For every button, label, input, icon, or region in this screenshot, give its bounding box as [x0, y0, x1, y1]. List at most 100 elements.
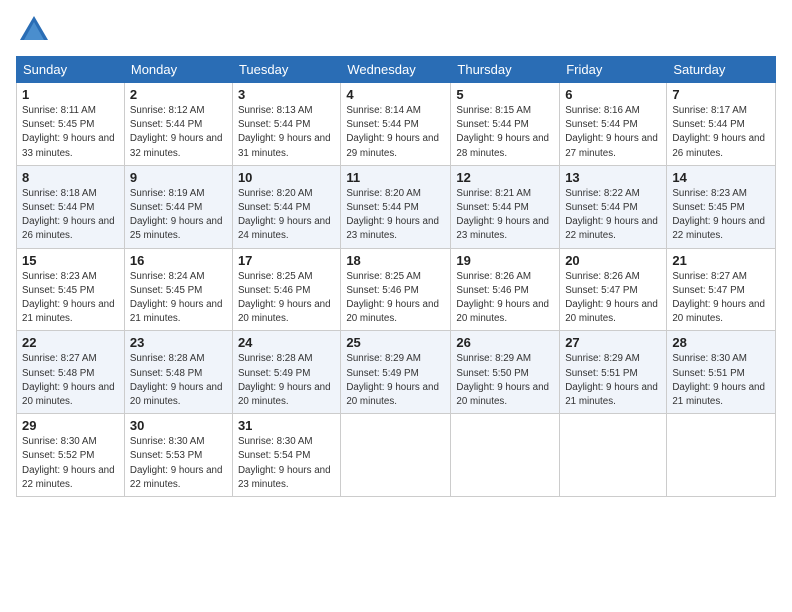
day-number: 28 [672, 335, 770, 350]
calendar-cell: 31 Sunrise: 8:30 AMSunset: 5:54 PMDaylig… [232, 414, 340, 497]
day-number: 10 [238, 170, 335, 185]
calendar-cell: 4 Sunrise: 8:14 AMSunset: 5:44 PMDayligh… [341, 83, 451, 166]
calendar-cell: 23 Sunrise: 8:28 AMSunset: 5:48 PMDaylig… [124, 331, 232, 414]
calendar-cell: 16 Sunrise: 8:24 AMSunset: 5:45 PMDaylig… [124, 248, 232, 331]
weekday-header-monday: Monday [124, 57, 232, 83]
day-number: 2 [130, 87, 227, 102]
weekday-header-sunday: Sunday [17, 57, 125, 83]
calendar-cell: 29 Sunrise: 8:30 AMSunset: 5:52 PMDaylig… [17, 414, 125, 497]
calendar-table: SundayMondayTuesdayWednesdayThursdayFrid… [16, 56, 776, 497]
day-detail: Sunrise: 8:20 AMSunset: 5:44 PMDaylight:… [238, 187, 335, 244]
day-detail: Sunrise: 8:30 AMSunset: 5:54 PMDaylight:… [238, 435, 335, 492]
day-detail: Sunrise: 8:25 AMSunset: 5:46 PMDaylight:… [238, 270, 335, 327]
calendar-cell: 30 Sunrise: 8:30 AMSunset: 5:53 PMDaylig… [124, 414, 232, 497]
day-number: 15 [22, 253, 119, 268]
day-detail: Sunrise: 8:20 AMSunset: 5:44 PMDaylight:… [346, 187, 445, 244]
day-detail: Sunrise: 8:19 AMSunset: 5:44 PMDaylight:… [130, 187, 227, 244]
day-number: 12 [456, 170, 554, 185]
calendar-cell: 7 Sunrise: 8:17 AMSunset: 5:44 PMDayligh… [667, 83, 776, 166]
day-detail: Sunrise: 8:23 AMSunset: 5:45 PMDaylight:… [22, 270, 119, 327]
calendar-cell: 8 Sunrise: 8:18 AMSunset: 5:44 PMDayligh… [17, 165, 125, 248]
weekday-header-tuesday: Tuesday [232, 57, 340, 83]
day-detail: Sunrise: 8:14 AMSunset: 5:44 PMDaylight:… [346, 104, 445, 161]
day-detail: Sunrise: 8:17 AMSunset: 5:44 PMDaylight:… [672, 104, 770, 161]
day-detail: Sunrise: 8:11 AMSunset: 5:45 PMDaylight:… [22, 104, 119, 161]
calendar-cell: 28 Sunrise: 8:30 AMSunset: 5:51 PMDaylig… [667, 331, 776, 414]
calendar-cell: 2 Sunrise: 8:12 AMSunset: 5:44 PMDayligh… [124, 83, 232, 166]
calendar-cell: 25 Sunrise: 8:29 AMSunset: 5:49 PMDaylig… [341, 331, 451, 414]
day-detail: Sunrise: 8:28 AMSunset: 5:49 PMDaylight:… [238, 352, 335, 409]
logo [16, 12, 56, 48]
day-number: 14 [672, 170, 770, 185]
calendar-cell [341, 414, 451, 497]
day-number: 5 [456, 87, 554, 102]
weekday-header-thursday: Thursday [451, 57, 560, 83]
calendar-cell: 14 Sunrise: 8:23 AMSunset: 5:45 PMDaylig… [667, 165, 776, 248]
calendar-cell: 19 Sunrise: 8:26 AMSunset: 5:46 PMDaylig… [451, 248, 560, 331]
calendar-cell: 24 Sunrise: 8:28 AMSunset: 5:49 PMDaylig… [232, 331, 340, 414]
calendar-cell: 18 Sunrise: 8:25 AMSunset: 5:46 PMDaylig… [341, 248, 451, 331]
day-detail: Sunrise: 8:27 AMSunset: 5:47 PMDaylight:… [672, 270, 770, 327]
day-detail: Sunrise: 8:23 AMSunset: 5:45 PMDaylight:… [672, 187, 770, 244]
day-number: 7 [672, 87, 770, 102]
calendar-cell [667, 414, 776, 497]
day-detail: Sunrise: 8:13 AMSunset: 5:44 PMDaylight:… [238, 104, 335, 161]
day-detail: Sunrise: 8:29 AMSunset: 5:51 PMDaylight:… [565, 352, 661, 409]
logo-icon [16, 12, 52, 48]
day-number: 1 [22, 87, 119, 102]
day-number: 31 [238, 418, 335, 433]
calendar-cell: 12 Sunrise: 8:21 AMSunset: 5:44 PMDaylig… [451, 165, 560, 248]
day-number: 24 [238, 335, 335, 350]
day-detail: Sunrise: 8:16 AMSunset: 5:44 PMDaylight:… [565, 104, 661, 161]
day-number: 19 [456, 253, 554, 268]
day-number: 11 [346, 170, 445, 185]
day-number: 23 [130, 335, 227, 350]
day-number: 27 [565, 335, 661, 350]
header [16, 12, 776, 48]
day-number: 18 [346, 253, 445, 268]
calendar-cell: 22 Sunrise: 8:27 AMSunset: 5:48 PMDaylig… [17, 331, 125, 414]
day-detail: Sunrise: 8:30 AMSunset: 5:52 PMDaylight:… [22, 435, 119, 492]
day-number: 6 [565, 87, 661, 102]
day-number: 22 [22, 335, 119, 350]
page: SundayMondayTuesdayWednesdayThursdayFrid… [0, 0, 792, 612]
weekday-header-friday: Friday [560, 57, 667, 83]
day-number: 21 [672, 253, 770, 268]
calendar-cell [451, 414, 560, 497]
calendar-cell: 6 Sunrise: 8:16 AMSunset: 5:44 PMDayligh… [560, 83, 667, 166]
day-detail: Sunrise: 8:22 AMSunset: 5:44 PMDaylight:… [565, 187, 661, 244]
calendar-cell: 10 Sunrise: 8:20 AMSunset: 5:44 PMDaylig… [232, 165, 340, 248]
day-detail: Sunrise: 8:27 AMSunset: 5:48 PMDaylight:… [22, 352, 119, 409]
day-detail: Sunrise: 8:12 AMSunset: 5:44 PMDaylight:… [130, 104, 227, 161]
calendar-cell: 21 Sunrise: 8:27 AMSunset: 5:47 PMDaylig… [667, 248, 776, 331]
day-detail: Sunrise: 8:25 AMSunset: 5:46 PMDaylight:… [346, 270, 445, 327]
day-number: 25 [346, 335, 445, 350]
calendar-cell [560, 414, 667, 497]
day-number: 9 [130, 170, 227, 185]
calendar-cell: 20 Sunrise: 8:26 AMSunset: 5:47 PMDaylig… [560, 248, 667, 331]
day-number: 8 [22, 170, 119, 185]
day-number: 20 [565, 253, 661, 268]
day-number: 16 [130, 253, 227, 268]
day-number: 13 [565, 170, 661, 185]
calendar-cell: 11 Sunrise: 8:20 AMSunset: 5:44 PMDaylig… [341, 165, 451, 248]
day-detail: Sunrise: 8:28 AMSunset: 5:48 PMDaylight:… [130, 352, 227, 409]
calendar-cell: 13 Sunrise: 8:22 AMSunset: 5:44 PMDaylig… [560, 165, 667, 248]
day-detail: Sunrise: 8:29 AMSunset: 5:49 PMDaylight:… [346, 352, 445, 409]
day-detail: Sunrise: 8:21 AMSunset: 5:44 PMDaylight:… [456, 187, 554, 244]
calendar-cell: 26 Sunrise: 8:29 AMSunset: 5:50 PMDaylig… [451, 331, 560, 414]
day-number: 26 [456, 335, 554, 350]
day-detail: Sunrise: 8:18 AMSunset: 5:44 PMDaylight:… [22, 187, 119, 244]
calendar-cell: 1 Sunrise: 8:11 AMSunset: 5:45 PMDayligh… [17, 83, 125, 166]
day-detail: Sunrise: 8:15 AMSunset: 5:44 PMDaylight:… [456, 104, 554, 161]
calendar-cell: 3 Sunrise: 8:13 AMSunset: 5:44 PMDayligh… [232, 83, 340, 166]
day-number: 3 [238, 87, 335, 102]
day-number: 4 [346, 87, 445, 102]
day-detail: Sunrise: 8:26 AMSunset: 5:46 PMDaylight:… [456, 270, 554, 327]
weekday-header-saturday: Saturday [667, 57, 776, 83]
day-detail: Sunrise: 8:30 AMSunset: 5:51 PMDaylight:… [672, 352, 770, 409]
day-number: 17 [238, 253, 335, 268]
calendar-cell: 27 Sunrise: 8:29 AMSunset: 5:51 PMDaylig… [560, 331, 667, 414]
day-detail: Sunrise: 8:24 AMSunset: 5:45 PMDaylight:… [130, 270, 227, 327]
calendar-cell: 9 Sunrise: 8:19 AMSunset: 5:44 PMDayligh… [124, 165, 232, 248]
